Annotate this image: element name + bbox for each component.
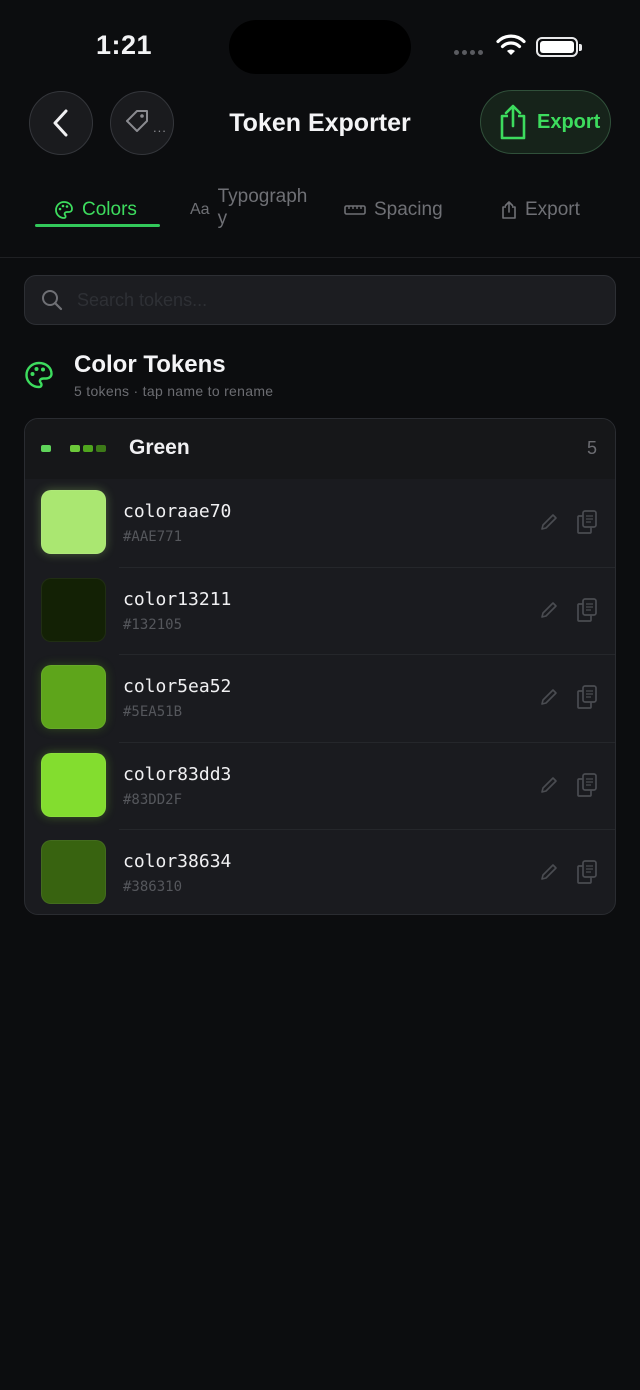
token-row: color38634 #386310 [25, 829, 615, 914]
search-bar[interactable] [24, 275, 616, 325]
tab-typography-label: Typography [217, 186, 308, 229]
search-icon [42, 290, 63, 311]
status-time: 1:21 [96, 30, 153, 60]
tag-more-label: ... [153, 120, 167, 135]
section-subtitle: 5 tokens · tap name to rename [74, 383, 274, 399]
palette-icon [25, 361, 53, 389]
copy-icon[interactable] [576, 772, 598, 798]
swatch-chip [96, 445, 106, 452]
group-count: 5 [586, 438, 597, 458]
pencil-icon[interactable] [539, 512, 559, 532]
token-hex: #132105 [123, 616, 183, 633]
wifi-icon [496, 34, 526, 55]
tag-button[interactable]: ... [110, 91, 174, 155]
tab-export[interactable]: Export [501, 199, 580, 221]
color-group-card: Green 5 coloraae70 #AAE771 color13211 #1… [24, 418, 616, 915]
palette-icon [55, 201, 73, 219]
back-button[interactable] [29, 91, 93, 155]
copy-icon[interactable] [576, 859, 598, 885]
color-swatch[interactable] [41, 490, 106, 554]
token-row: color13211 #132105 [25, 566, 615, 655]
token-name[interactable]: color38634 [123, 851, 231, 872]
status-bar: 1:21 [0, 0, 640, 96]
tab-colors-label: Colors [82, 199, 137, 220]
token-name[interactable]: color5ea52 [123, 676, 231, 697]
color-swatch[interactable] [41, 840, 106, 905]
export-button-label: Export [537, 110, 601, 133]
swatch-chip [41, 445, 51, 452]
copy-icon[interactable] [576, 509, 598, 535]
dynamic-island [229, 20, 411, 74]
swatch-chip [70, 445, 80, 452]
share-icon [502, 201, 516, 219]
token-name[interactable]: color83dd3 [123, 764, 231, 785]
search-input[interactable] [77, 289, 577, 311]
color-swatch[interactable] [41, 577, 106, 642]
chevron-left-icon [53, 109, 68, 137]
token-name[interactable]: color13211 [123, 589, 231, 610]
tab-colors[interactable]: Colors [54, 199, 137, 221]
group-header[interactable]: Green 5 [25, 419, 615, 479]
pencil-icon[interactable] [539, 862, 559, 882]
ruler-icon [344, 205, 366, 215]
battery-icon [536, 37, 582, 57]
swatch-chip [83, 445, 93, 452]
cellular-signal-icon [454, 50, 483, 55]
group-name: Green [129, 436, 190, 459]
share-icon [500, 104, 526, 140]
tab-typography[interactable]: Aa Typography [190, 186, 310, 230]
pencil-icon[interactable] [539, 600, 559, 620]
copy-icon[interactable] [576, 597, 598, 623]
page-title: Token Exporter [229, 109, 411, 137]
token-hex: #386310 [123, 879, 183, 896]
group-swatch-strip [41, 445, 106, 452]
token-row: color5ea52 #5EA51B [25, 654, 615, 742]
color-swatch[interactable] [41, 665, 106, 730]
tag-icon [126, 110, 148, 132]
tab-spacing[interactable]: Spacing [344, 199, 443, 221]
tab-spacing-label: Spacing [374, 199, 443, 220]
token-hex: #AAE771 [123, 529, 183, 545]
pencil-icon[interactable] [539, 687, 559, 707]
token-row: coloraae70 #AAE771 [25, 479, 615, 567]
tab-bar: Colors Aa Typography Spacing Export [0, 178, 640, 258]
pencil-icon[interactable] [539, 775, 559, 795]
token-name[interactable]: coloraae70 [123, 501, 231, 522]
section-title: Color Tokens [74, 351, 226, 378]
token-hex: #5EA51B [123, 704, 183, 721]
aa-icon: Aa [190, 201, 210, 218]
token-hex: #83DD2F [123, 791, 183, 808]
tab-export-label: Export [525, 199, 580, 220]
color-swatch[interactable] [41, 752, 106, 817]
active-tab-indicator [35, 224, 160, 227]
copy-icon[interactable] [576, 684, 598, 710]
token-row: color83dd3 #83DD2F [25, 741, 615, 830]
export-button[interactable]: Export [480, 90, 611, 154]
